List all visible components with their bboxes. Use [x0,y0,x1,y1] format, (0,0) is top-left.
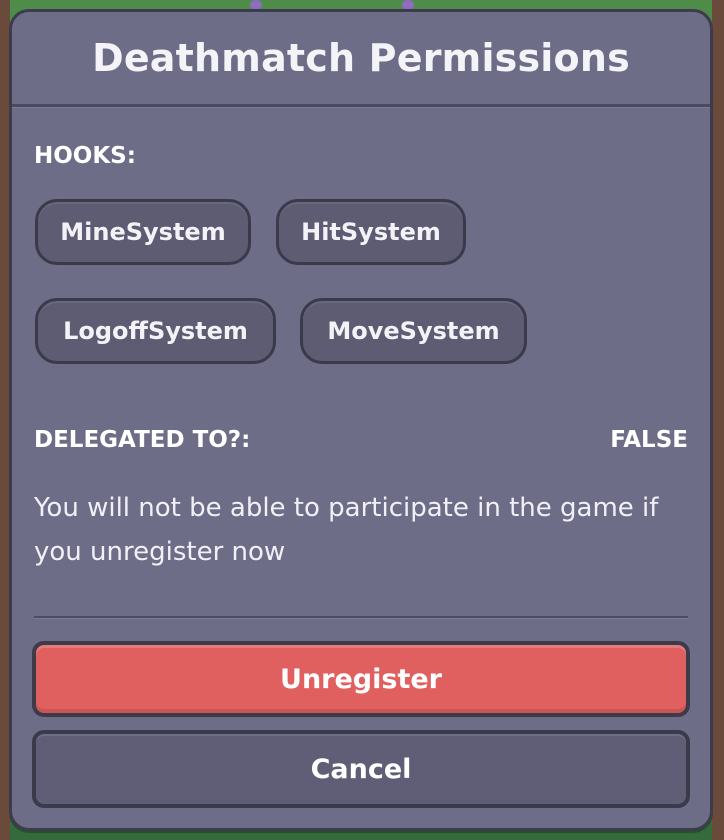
hook-chip-logoffsystem: LogoffSystem [35,298,276,364]
permissions-dialog: Deathmatch Permissions HOOKS: MineSystem… [9,9,713,831]
delegated-value: FALSE [610,427,688,453]
dialog-header: Deathmatch Permissions [12,12,710,107]
hooks-label: HOOKS: [34,143,136,169]
unregister-button[interactable]: Unregister [32,641,690,717]
delegated-row: DELEGATED TO?: FALSE [34,427,688,453]
delegated-label: DELEGATED TO?: [34,427,251,453]
dialog-title: Deathmatch Permissions [92,36,630,80]
hook-chip-hitsystem: HitSystem [276,199,466,265]
divider [34,616,688,618]
cancel-button[interactable]: Cancel [32,730,690,808]
hook-chip-minesystem: MineSystem [35,199,251,265]
hook-chip-movesystem: MoveSystem [300,298,527,364]
unregister-warning: You will not be able to participate in t… [34,493,659,567]
